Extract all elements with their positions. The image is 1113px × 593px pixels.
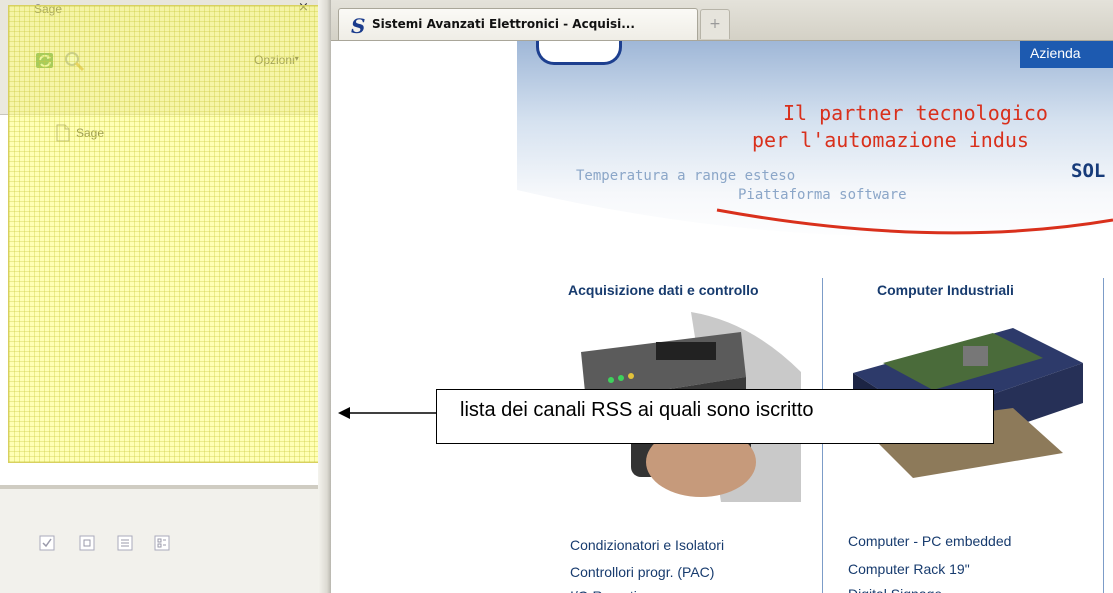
link-io-remoti[interactable]: I/O Remoti bbox=[570, 588, 637, 593]
tagline-1: Temperatura a range esteso bbox=[576, 168, 796, 184]
site-favicon-icon: S bbox=[351, 14, 366, 38]
slogan-line-2: per l'automazione indus bbox=[752, 128, 1029, 152]
tagline-2: Piattaforma software bbox=[738, 187, 907, 203]
options-label: Opzioni bbox=[254, 53, 295, 67]
feed-tree bbox=[0, 115, 318, 485]
refresh-icon[interactable] bbox=[34, 50, 56, 72]
pane-divider[interactable] bbox=[318, 0, 331, 593]
document-icon bbox=[56, 124, 70, 142]
feed-label: Sage bbox=[76, 126, 105, 140]
chevron-down-icon: ▾ bbox=[294, 54, 299, 63]
annotation-text: lista dei canali RSS ai quali sono iscri… bbox=[460, 399, 814, 421]
options-menu[interactable]: Opzioni▾ bbox=[254, 53, 299, 67]
arrow-left-icon bbox=[338, 407, 438, 419]
link-digital-signage[interactable]: Digital Signage bbox=[848, 586, 942, 593]
check-icon[interactable] bbox=[39, 535, 55, 551]
detail-icon[interactable] bbox=[154, 535, 170, 551]
link-computer-rack[interactable]: Computer Rack 19" bbox=[848, 561, 970, 577]
site-logo[interactable] bbox=[536, 41, 622, 65]
brand-fragment: SOL bbox=[1071, 160, 1106, 182]
nav-azienda[interactable]: Azienda bbox=[1020, 41, 1113, 68]
column-divider bbox=[1103, 278, 1104, 593]
sidebar-toolbar bbox=[0, 30, 318, 115]
link-condizionatori[interactable]: Condizionatori e Isolatori bbox=[570, 537, 724, 553]
column-heading-computer[interactable]: Computer Industriali bbox=[877, 282, 1014, 298]
sidebar-title: Sage bbox=[34, 2, 63, 16]
close-icon[interactable]: × bbox=[298, 0, 309, 15]
search-icon[interactable] bbox=[62, 49, 86, 73]
new-tab-button[interactable]: + bbox=[700, 9, 730, 39]
feed-list-item[interactable]: Sage bbox=[56, 123, 104, 143]
link-computer-pc[interactable]: Computer - PC embedded bbox=[848, 533, 1011, 549]
link-controllori[interactable]: Controllori progr. (PAC) bbox=[570, 564, 714, 580]
feed-icon[interactable] bbox=[79, 535, 95, 551]
tab-title: Sistemi Avanzati Elettronici - Acquisi..… bbox=[372, 17, 635, 31]
slogan-line-1: Il partner tecnologico bbox=[783, 101, 1048, 125]
column-heading-acquisizione[interactable]: Acquisizione dati e controllo bbox=[568, 282, 759, 298]
list-icon[interactable] bbox=[117, 535, 133, 551]
